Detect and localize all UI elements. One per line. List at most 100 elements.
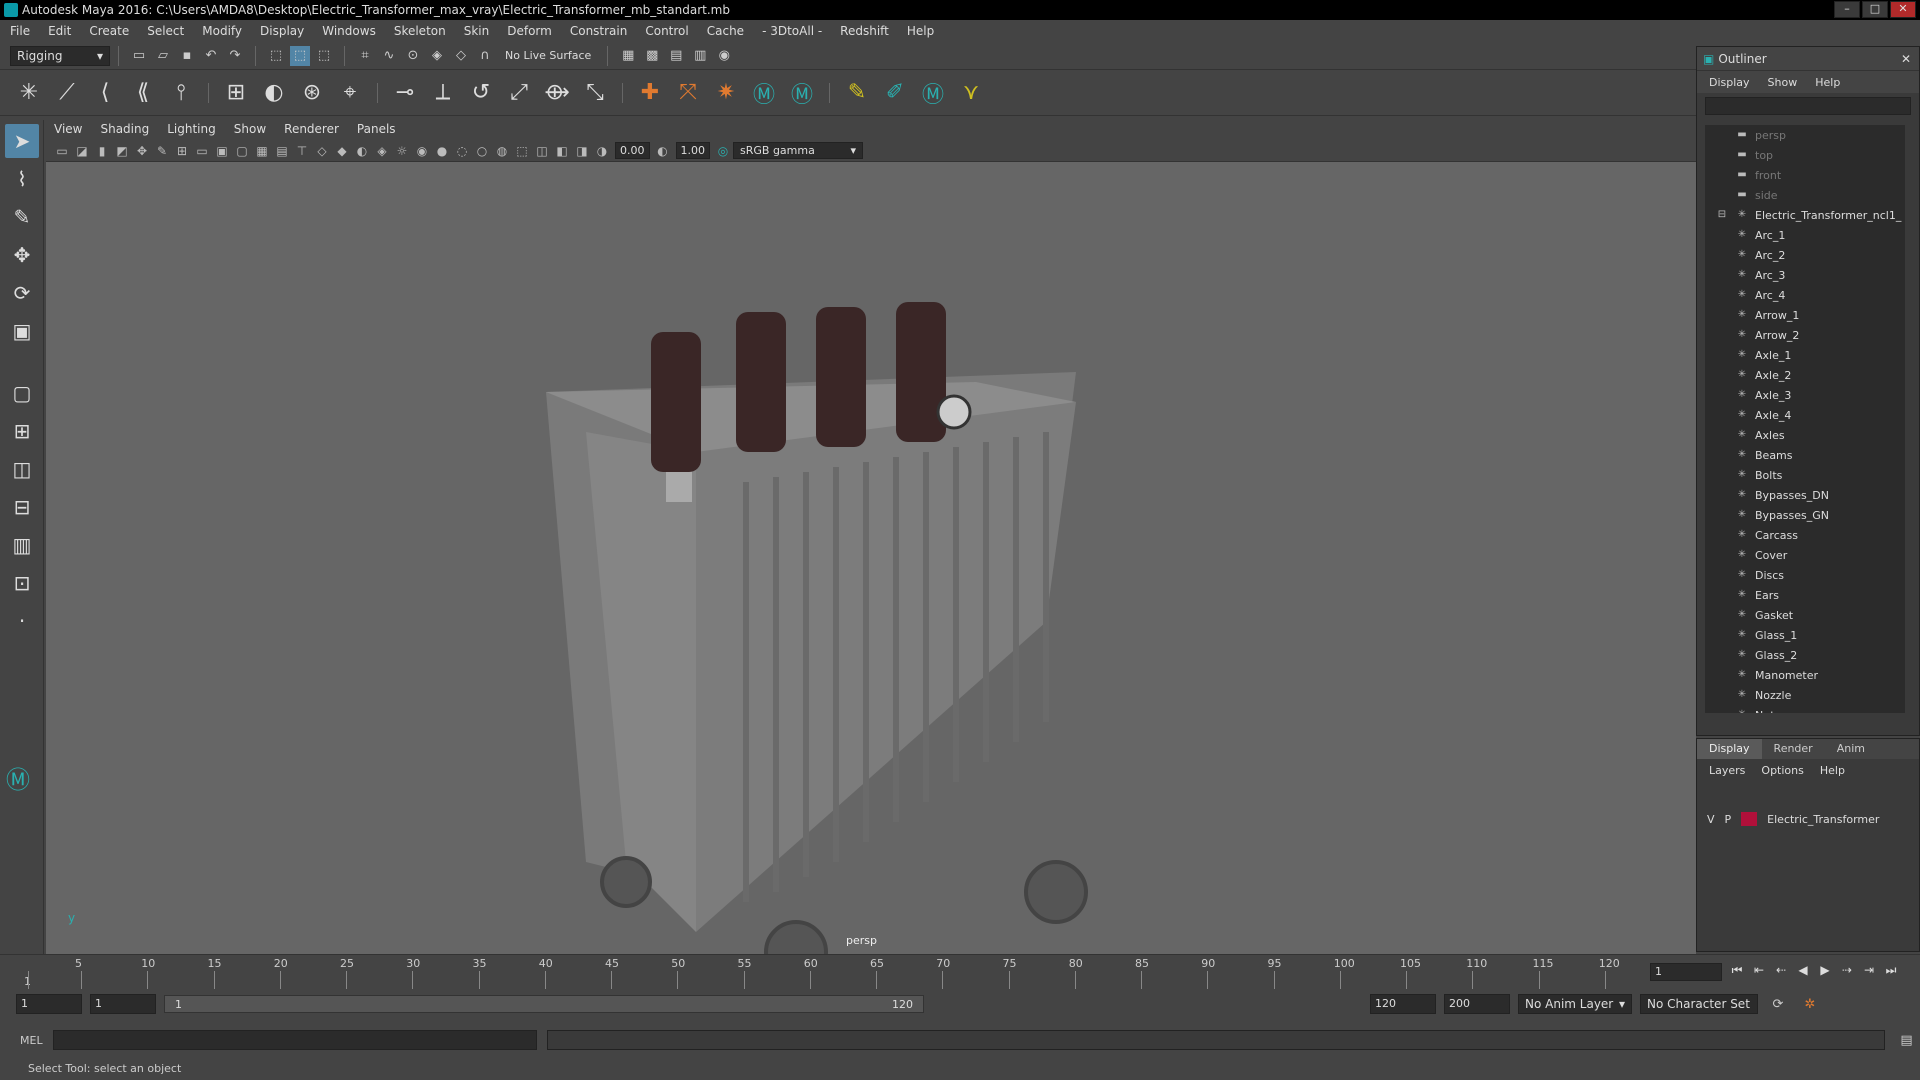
list-item[interactable]: ✳ Carcass [1705, 525, 1905, 545]
film-gate-icon[interactable]: ▭ [193, 142, 211, 160]
depth-of-field-icon[interactable]: ◍ [493, 142, 511, 160]
orient-constraint-icon[interactable]: ↺ [466, 78, 496, 108]
menu-control[interactable]: Control [645, 24, 688, 38]
motion-blur-icon[interactable]: ◌ [453, 142, 471, 160]
wrap-icon[interactable]: ◐ [259, 78, 289, 108]
render-view-icon[interactable]: ▦ [618, 46, 638, 66]
paint-blend-icon[interactable]: ✐ [880, 78, 910, 108]
screen-space-ao-icon[interactable]: ● [433, 142, 451, 160]
list-item[interactable]: ✳ Beams [1705, 445, 1905, 465]
list-item[interactable]: ✳ Arrow_1 [1705, 305, 1905, 325]
list-item[interactable]: ✳ Arc_1 [1705, 225, 1905, 245]
gamma-icon[interactable]: ◐ [654, 142, 672, 160]
go-to-end-icon[interactable]: ⏭ [1882, 963, 1900, 981]
aim-constraint-icon[interactable]: ⟂ [428, 78, 458, 108]
start-time-field[interactable]: 1 [16, 994, 82, 1014]
color-management-icon[interactable]: ◎ [714, 142, 732, 160]
menu-cache[interactable]: Cache [707, 24, 744, 38]
exposure-field[interactable]: 0.00 [615, 142, 650, 159]
step-back-key-icon[interactable]: ⇤ [1750, 963, 1768, 981]
vp-menu-lighting[interactable]: Lighting [167, 122, 216, 136]
list-item[interactable]: ✳ Axle_3 [1705, 385, 1905, 405]
wireframe-icon[interactable]: ◇ [313, 142, 331, 160]
layer-menu-layers[interactable]: Layers [1709, 764, 1745, 777]
list-item[interactable]: ✳ Axle_4 [1705, 405, 1905, 425]
outliner-list[interactable]: ▬ persp ▬ top ▬ front ▬ side ⊟ ✳ Electric_Tran… [1705, 125, 1905, 713]
list-item[interactable]: ✳ Manometer [1705, 665, 1905, 685]
select-hierarchy-icon[interactable]: ⬚ [266, 46, 286, 66]
render-frame-icon[interactable]: ▩ [642, 46, 662, 66]
go-to-start-icon[interactable]: ⏮ [1728, 963, 1746, 981]
save-scene-icon[interactable]: ▪ [177, 46, 197, 66]
menu-skeleton[interactable]: Skeleton [394, 24, 446, 38]
snap-view-icon[interactable]: ◈ [427, 46, 447, 66]
minimize-button[interactable]: – [1834, 1, 1860, 18]
auto-key-icon[interactable]: ⟳ [1768, 994, 1788, 1014]
ol-menu-show[interactable]: Show [1768, 76, 1798, 89]
list-item[interactable]: ✳ Cover [1705, 545, 1905, 565]
play-forward-icon[interactable]: ▶ [1816, 963, 1834, 981]
color-space-dropdown[interactable]: sRGB gamma ▾ [733, 142, 863, 159]
menu-file[interactable]: File [10, 24, 30, 38]
list-item[interactable]: ✳ Glass_2 [1705, 645, 1905, 665]
anim-layer-dropdown[interactable]: No Anim Layer ▾ [1518, 994, 1632, 1014]
locator-icon[interactable]: ✚ [635, 78, 665, 108]
human-ik-icon[interactable]: Ⓜ [749, 78, 779, 108]
spring-icon[interactable]: ✷ [711, 78, 741, 108]
field-chart-icon[interactable]: ▦ [253, 142, 271, 160]
list-item[interactable]: ✳ Ears [1705, 585, 1905, 605]
list-item[interactable]: ✳ Arrow_2 [1705, 325, 1905, 345]
move-tool-icon[interactable]: ✥ [5, 238, 39, 272]
layout-outliner-icon[interactable]: ⊟ [5, 490, 39, 524]
gate-mask-icon[interactable]: ▢ [233, 142, 251, 160]
character-control-icon[interactable]: Ⓜ [787, 78, 817, 108]
step-forward-key-icon[interactable]: ⇥ [1860, 963, 1878, 981]
list-item[interactable]: ✳ Bypasses_GN [1705, 505, 1905, 525]
layout-timeline-icon[interactable]: ⊡ [5, 566, 39, 600]
list-item[interactable]: ✳ Bolts [1705, 465, 1905, 485]
snap-grid-icon[interactable]: ⌗ [355, 46, 375, 66]
point-constraint-icon[interactable]: ⊸ [390, 78, 420, 108]
bookmark-icon[interactable]: ▮ [93, 142, 111, 160]
live-surface-label[interactable]: No Live Surface [505, 49, 591, 62]
menu-edit[interactable]: Edit [48, 24, 71, 38]
list-item[interactable]: ✳ Axle_1 [1705, 345, 1905, 365]
layer-visibility-toggle[interactable]: V [1707, 813, 1715, 826]
vp-menu-view[interactable]: View [54, 122, 82, 136]
vp-menu-shading[interactable]: Shading [100, 122, 149, 136]
xray-active-icon[interactable]: ◧ [553, 142, 571, 160]
paint-select-icon[interactable]: ✎ [5, 200, 39, 234]
list-item[interactable]: ▬ persp [1705, 125, 1905, 145]
wireframe-on-shaded-icon[interactable]: ◐ [353, 142, 371, 160]
paint-weights-icon[interactable]: ✎ [842, 78, 872, 108]
list-item[interactable]: ▬ front [1705, 165, 1905, 185]
ik-handle-icon[interactable]: ⟋ [52, 78, 82, 108]
menu-redshift[interactable]: Redshift [840, 24, 889, 38]
layout-graph-icon[interactable]: ▥ [5, 528, 39, 562]
ik-spline-icon[interactable]: ⟨ [90, 78, 120, 108]
maximize-button[interactable]: □ [1862, 1, 1888, 18]
menu-create[interactable]: Create [89, 24, 129, 38]
select-object-icon[interactable]: ⬚ [290, 45, 310, 66]
safe-action-icon[interactable]: ▤ [273, 142, 291, 160]
render-settings-icon[interactable]: ▥ [690, 46, 710, 66]
snap-point-icon[interactable]: ⊙ [403, 46, 423, 66]
layout-single-icon[interactable]: ▢ [5, 376, 39, 410]
camera-icon[interactable]: ▭ [53, 142, 71, 160]
range-slider[interactable]: 1 120 [164, 995, 924, 1013]
muscle-icon[interactable]: ⋎ [956, 78, 986, 108]
textured-icon[interactable]: ◈ [373, 142, 391, 160]
rotate-tool-icon[interactable]: ⟳ [5, 276, 39, 310]
time-slider[interactable]: 1510152025303540455055606570758085909510… [0, 954, 1920, 989]
current-frame-field[interactable]: 1 [1650, 963, 1722, 981]
sculpt-icon[interactable]: ⊛ [297, 78, 327, 108]
gamma-field[interactable]: 1.00 [675, 142, 710, 159]
list-item[interactable]: ▬ side [1705, 185, 1905, 205]
smooth-shade-icon[interactable]: ◆ [333, 142, 351, 160]
list-item[interactable]: ✳ Nut [1705, 705, 1905, 714]
step-forward-frame-icon[interactable]: ⇢ [1838, 963, 1856, 981]
mode-dropdown[interactable]: Rigging ▾ [10, 45, 110, 66]
end-time-field[interactable]: 200 [1444, 994, 1510, 1014]
outliner-close-icon[interactable]: ✕ [1901, 52, 1911, 66]
close-button[interactable]: ✕ [1890, 1, 1916, 18]
